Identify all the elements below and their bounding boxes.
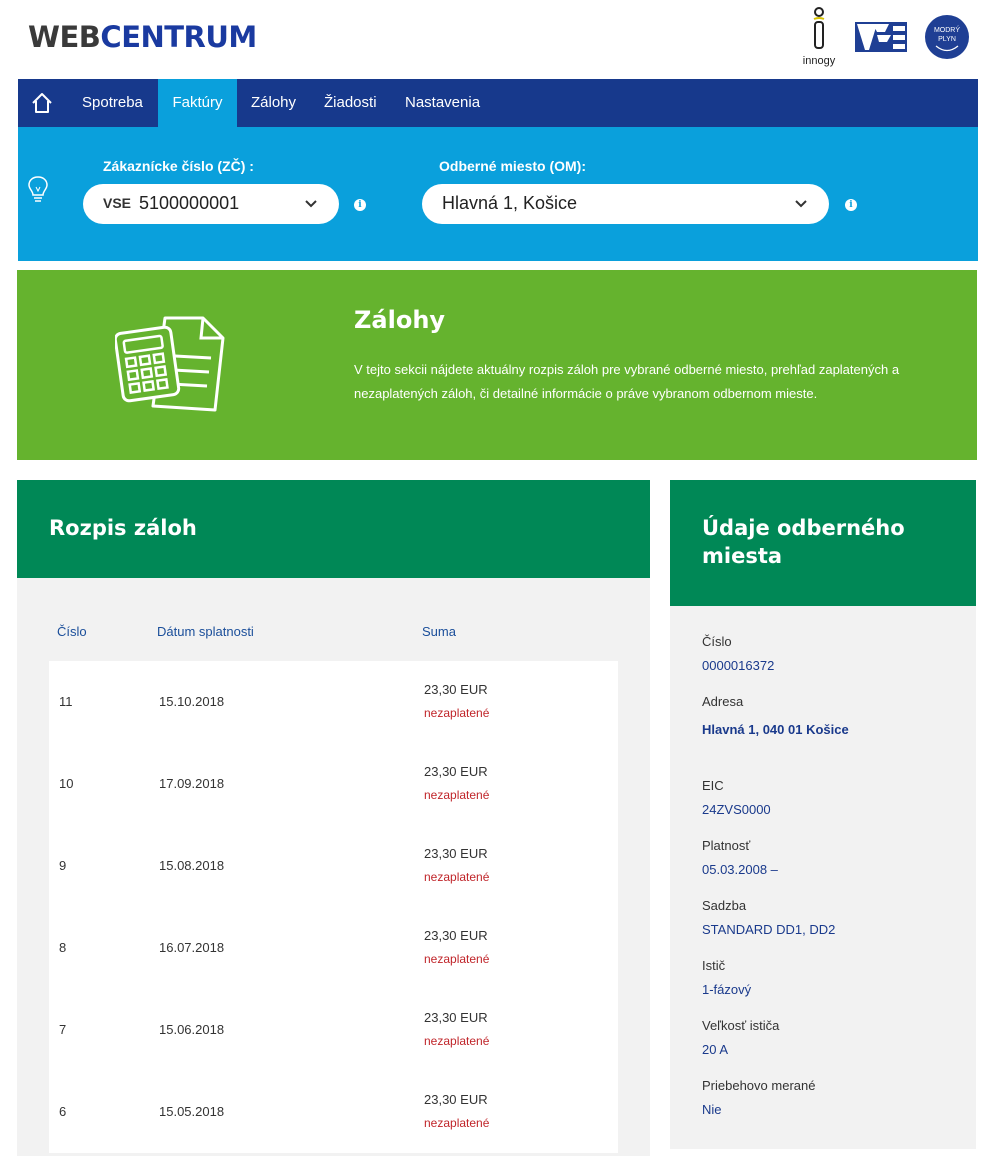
modry-plyn-line2: PLYN [938,36,956,43]
lightbulb-icon [26,175,50,205]
detail-value-priebehovo-merane: Nie [702,1102,722,1117]
row-date: 15.10.2018 [159,694,225,709]
innogy-logo[interactable]: innogy [797,5,841,69]
vse-logo[interactable] [855,20,907,54]
detail-label-velkost-istica: Veľkosť ističa [702,1018,780,1033]
detail-label-adresa: Adresa [702,694,744,709]
table-row[interactable]: 10 17.09.2018 23,30 EUR nezaplatené [49,743,618,825]
page-header: WEBCENTRUM innogy MODRÝ PLYN [0,0,997,79]
home-icon[interactable] [30,91,54,115]
rozpis-zaloh-header: Rozpis záloh [17,480,650,578]
column-header-suma[interactable]: Suma [422,624,456,639]
innogy-label: innogy [802,55,836,67]
detail-label-istic: Istič [702,958,726,973]
modry-plyn-logo[interactable]: MODRÝ PLYN [925,15,969,59]
udaje-odberneho-miesta-panel: Údaje odberného miesta Číslo 0000016372 … [670,480,976,1149]
row-number: 10 [59,776,74,791]
table-row[interactable]: 9 15.08.2018 23,30 EUR nezaplatené [49,825,618,907]
row-number: 11 [59,694,73,709]
detail-label-cislo: Číslo [702,634,732,649]
row-amount: 23,30 EUR [424,764,488,779]
customer-number-value: 5100000001 [139,193,240,213]
row-date: 16.07.2018 [159,940,225,955]
nav-item-nastavenia[interactable]: Nastavenia [405,79,480,127]
row-status: nezaplatené [424,1116,490,1130]
table-row[interactable]: 11 15.10.2018 23,30 EUR nezaplatené [49,661,618,743]
row-status: nezaplatené [424,706,490,720]
row-amount: 23,30 EUR [424,1010,488,1025]
row-number: 7 [59,1022,67,1037]
nav-item-zalohy[interactable]: Zálohy [251,79,296,127]
place-select[interactable]: Hlavná 1, Košice [422,184,829,224]
main-nav: Spotreba Faktúry Zálohy Žiadosti Nastave… [18,79,978,127]
row-date: 15.05.2018 [159,1104,225,1119]
detail-label-priebehovo-merane: Priebehovo merané [702,1078,816,1093]
table-row[interactable]: 6 15.05.2018 23,30 EUR nezaplatené [49,1071,618,1153]
chevron-down-icon [305,200,317,208]
modry-plyn-line1: MODRÝ [933,27,961,34]
selector-bar: Zákaznícke číslo (ZČ) : VSE 5100000001 i… [18,127,978,261]
detail-label-eic: EIC [702,778,724,793]
webcentrum-logo[interactable]: WEBCENTRUM [28,20,257,54]
detail-value-istic: 1-fázový [702,982,752,997]
detail-label-sadzba: Sadzba [702,898,747,913]
detail-value-velkost-istica: 20 A [702,1042,729,1057]
smile-icon [935,45,959,52]
row-status: nezaplatené [424,788,490,802]
chevron-down-icon [795,200,807,208]
row-number: 6 [59,1104,67,1119]
column-header-datum[interactable]: Dátum splatnosti [157,624,254,639]
row-status: nezaplatené [424,870,490,884]
row-date: 15.06.2018 [159,1022,225,1037]
row-amount: 23,30 EUR [424,928,488,943]
detail-value-platnost: 05.03.2008 – [702,862,778,877]
row-date: 15.08.2018 [159,858,225,873]
innogy-i-icon [813,7,825,49]
detail-value-sadzba: STANDARD DD1, DD2 [702,922,836,937]
nav-item-faktury[interactable]: Faktúry [158,79,237,127]
table-row[interactable]: 7 15.06.2018 23,30 EUR nezaplatené [49,989,618,1071]
row-date: 17.09.2018 [159,776,225,791]
udaje-header: Údaje odberného miesta [670,480,976,606]
zalohy-banner: Zálohy V tejto sekcii nájdete aktuálny r… [17,270,977,460]
row-number: 8 [59,940,67,955]
info-icon[interactable]: i [354,199,366,211]
udaje-title-line2: miesta [702,544,783,568]
customer-number-label: Zákaznícke číslo (ZČ) : [103,158,254,174]
row-amount: 23,30 EUR [424,846,488,861]
detail-value-cislo: 0000016372 [702,658,775,673]
logo-web: WEB [28,20,101,54]
row-amount: 23,30 EUR [424,682,488,697]
info-icon[interactable]: i [845,199,857,211]
customer-number-select[interactable]: VSE 5100000001 [83,184,339,224]
column-header-cislo[interactable]: Číslo [57,624,87,639]
row-number: 9 [59,858,67,873]
table-row[interactable]: 8 16.07.2018 23,30 EUR nezaplatené [49,907,618,989]
logo-centrum: CENTRUM [100,20,257,54]
detail-label-platnost: Platnosť [702,838,751,853]
row-status: nezaplatené [424,952,490,966]
detail-value-eic: 24ZVS0000 [702,802,771,817]
rozpis-zaloh-panel: Rozpis záloh Číslo Dátum splatnosti Suma… [17,480,650,1156]
banner-title: Zálohy [354,306,446,334]
nav-item-spotreba[interactable]: Spotreba [82,79,143,127]
place-value: Hlavná 1, Košice [442,193,578,213]
rozpis-zaloh-title: Rozpis záloh [49,516,197,540]
detail-value-adresa: Hlavná 1, 040 01 Košice [702,722,849,737]
vse-logo-graphic [855,22,907,52]
place-label: Odberné miesto (OM): [439,158,587,174]
row-amount: 23,30 EUR [424,1092,488,1107]
nav-item-ziadosti[interactable]: Žiadosti [324,79,377,127]
customer-prefix: VSE [103,195,132,211]
udaje-title-line1: Údaje odberného [702,516,905,540]
row-status: nezaplatené [424,1034,490,1048]
banner-description: V tejto sekcii nájdete aktuálny rozpis z… [354,362,900,401]
calculator-document-icon [113,312,227,416]
